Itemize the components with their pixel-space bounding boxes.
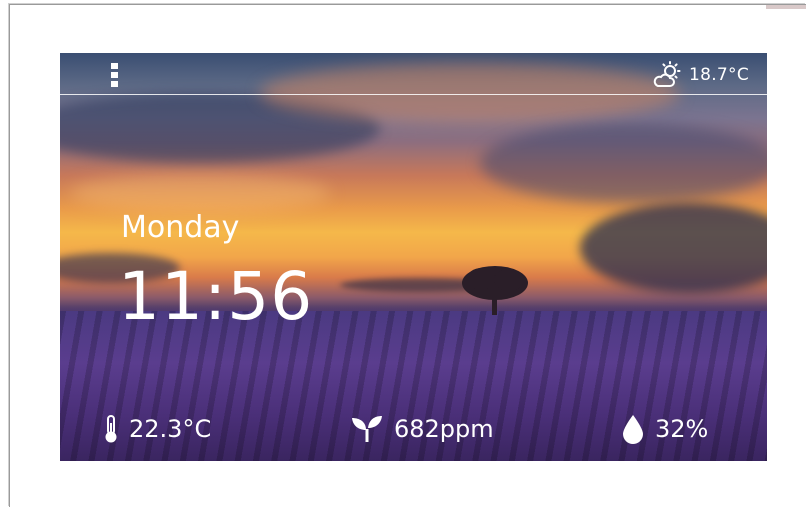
co2-value: 682ppm (394, 415, 494, 443)
co2-stat[interactable]: 682ppm (350, 409, 494, 449)
outdoor-temperature: 18.7°C (688, 65, 749, 85)
cloud (260, 63, 680, 123)
sprout-icon (350, 414, 384, 444)
indoor-temperature-stat[interactable]: 22.3°C (103, 409, 211, 449)
kebab-menu-icon (110, 63, 118, 69)
day-of-week: Monday (121, 210, 240, 245)
display-screen: 18.7°C Monday 11:56 22.3°C 682ppm 32% (60, 53, 767, 461)
clock-time: 11:56 (118, 258, 314, 335)
header-divider (60, 94, 767, 95)
indoor-temperature-value: 22.3°C (129, 415, 212, 443)
partly-cloudy-sun-icon (653, 61, 683, 89)
cloud (580, 203, 767, 293)
tree-silhouette (462, 266, 528, 315)
weather-widget[interactable]: 18.7°C (653, 61, 749, 89)
water-drop-icon (621, 413, 645, 445)
humidity-stat[interactable]: 32% (621, 409, 708, 449)
menu-button[interactable] (106, 61, 122, 89)
sky-glow (70, 173, 330, 213)
thermometer-icon (103, 414, 119, 444)
bezel-corner (766, 5, 806, 9)
humidity-value: 32% (655, 415, 709, 443)
cloud (480, 123, 767, 203)
